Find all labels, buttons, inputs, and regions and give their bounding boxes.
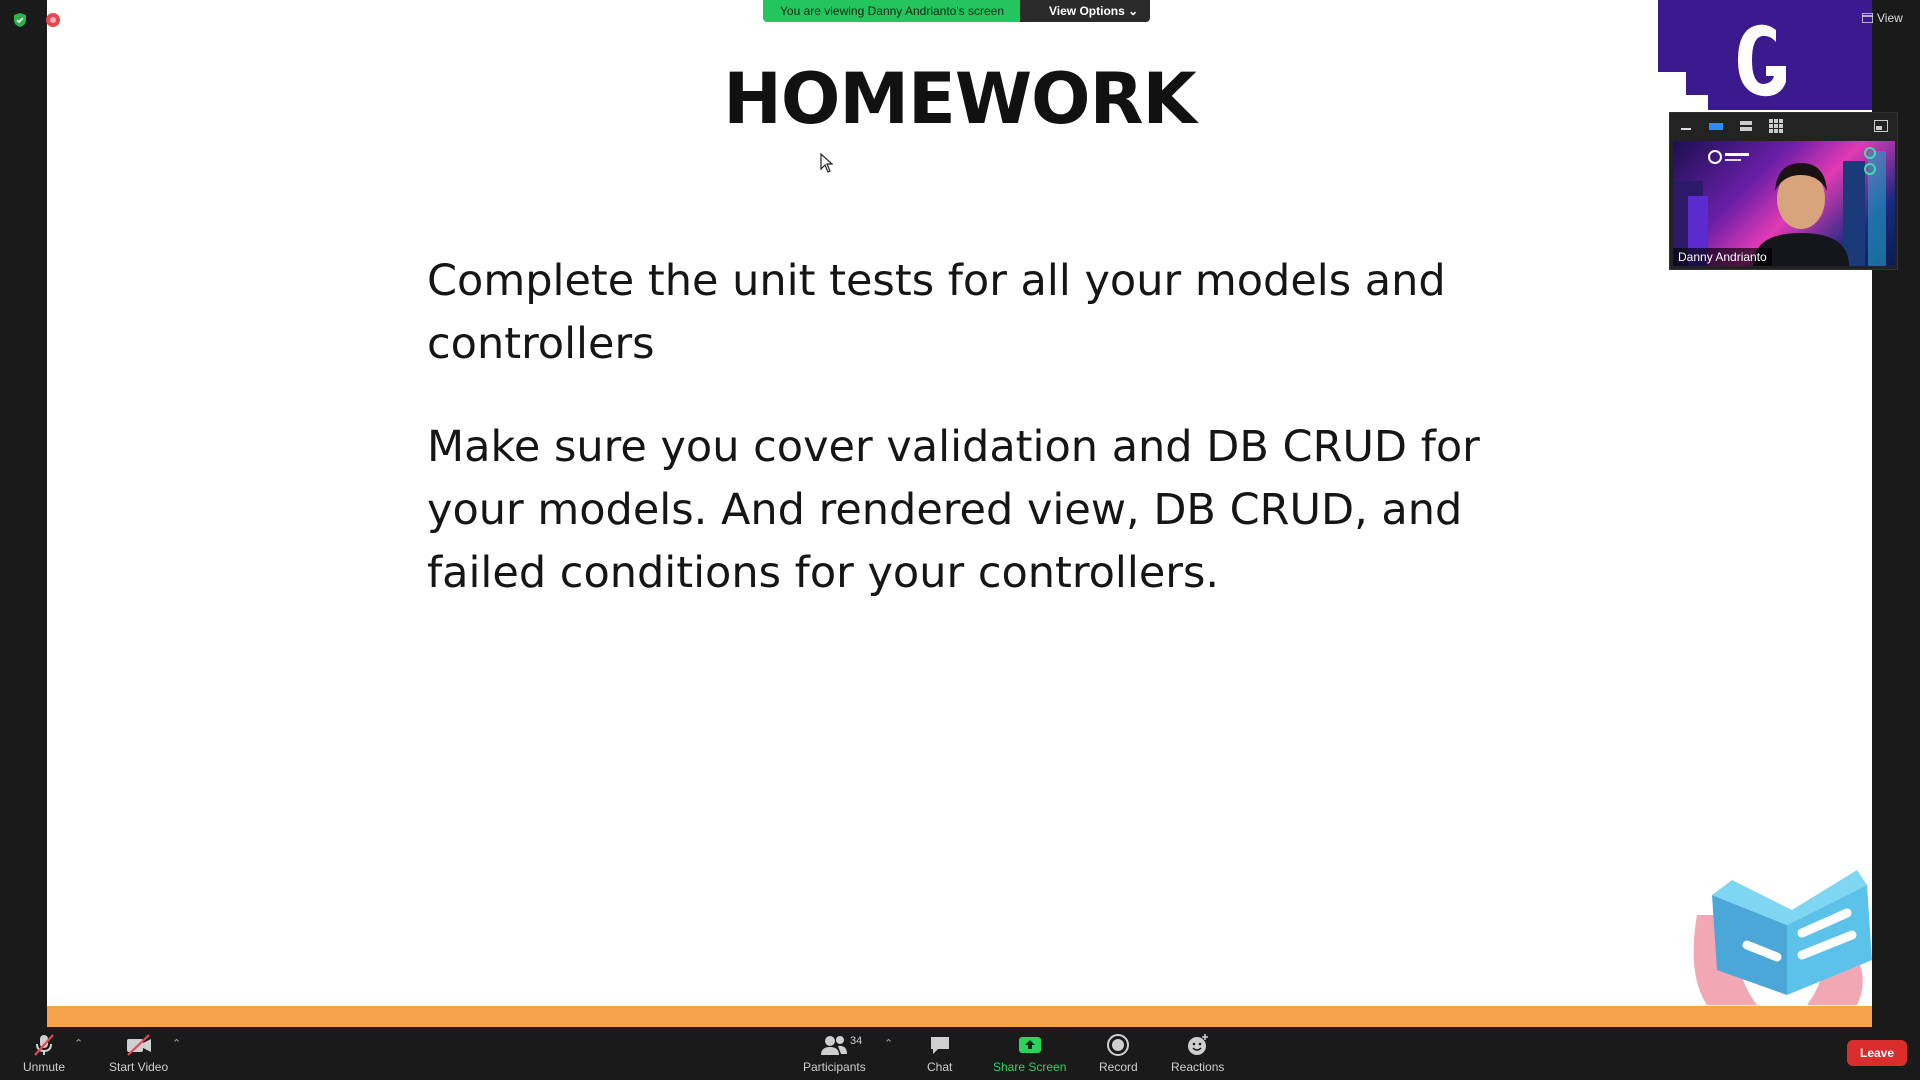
leave-meeting-button[interactable]: Leave	[1847, 1040, 1907, 1066]
audio-options-chevron-icon[interactable]: ⌃	[74, 1037, 83, 1050]
record-button[interactable]: Record	[1099, 1033, 1138, 1074]
start-video-button[interactable]: Start Video	[109, 1033, 168, 1074]
reactions-smiley-icon	[1187, 1034, 1208, 1055]
slide-accent-stripe	[47, 1006, 1872, 1027]
share-screen-button[interactable]: Share Screen	[993, 1033, 1066, 1074]
slide-title: HOMEWORK	[723, 58, 1196, 140]
g-logo-icon	[1738, 24, 1786, 97]
minimize-video-icon[interactable]	[1678, 119, 1694, 133]
recording-indicator-icon[interactable]	[45, 12, 61, 28]
reactions-label: Reactions	[1171, 1060, 1225, 1074]
share-screen-label: Share Screen	[993, 1060, 1067, 1074]
record-icon	[1107, 1034, 1130, 1056]
unmute-label: Unmute	[23, 1060, 66, 1074]
pop-out-video-icon[interactable]	[1873, 119, 1889, 133]
muted-microphone-icon	[34, 1034, 54, 1056]
unmute-button[interactable]: Unmute	[23, 1033, 65, 1074]
slide-paragraph-2: Make sure you cover validation and DB CR…	[427, 422, 1480, 598]
video-off-icon	[126, 1034, 151, 1056]
participants-label: Participants	[803, 1060, 866, 1074]
participant-name-label: Danny Andrianto	[1673, 248, 1772, 266]
shared-screen: HOMEWORK Complete the unit tests for all…	[47, 0, 1872, 1027]
book-illustration	[1693, 870, 1872, 1005]
record-label: Record	[1099, 1060, 1138, 1074]
video-panel-toolbar	[1670, 113, 1897, 139]
view-layout-button[interactable]: View	[1862, 11, 1903, 25]
participants-count-badge: 34	[850, 1035, 863, 1047]
start-video-label: Start Video	[109, 1060, 169, 1074]
chat-button[interactable]: Chat	[927, 1033, 952, 1074]
reactions-button[interactable]: Reactions	[1171, 1033, 1224, 1074]
meeting-toolbar: Unmute ⌃ Start Video ⌃ Participants 34 ⌃…	[0, 1027, 1920, 1080]
share-banner-message: You are viewing Danny Andrianto's screen	[763, 0, 1020, 22]
view-label: View	[1877, 11, 1903, 25]
participant-video-feed: Danny Andrianto	[1673, 141, 1895, 266]
slide-paragraph-1: Complete the unit tests for all your mod…	[427, 256, 1446, 369]
gallery-view-icon[interactable]	[1768, 119, 1784, 133]
participants-icon	[821, 1036, 848, 1055]
grid-view-icon	[1862, 13, 1873, 23]
share-screen-icon	[1018, 1037, 1041, 1053]
brand-logo-area	[1658, 0, 1872, 110]
screen-share-banner: You are viewing Danny Andrianto's screen…	[763, 0, 1151, 22]
speaker-view-icon[interactable]	[1708, 119, 1724, 133]
chat-label: Chat	[927, 1060, 953, 1074]
mouse-cursor-icon	[820, 153, 834, 173]
security-shield-icon[interactable]	[12, 12, 28, 28]
chevron-down-icon: ⌄	[1128, 4, 1139, 18]
chat-icon	[930, 1037, 949, 1054]
view-options-label: View Options	[1049, 4, 1125, 18]
video-panel: Danny Andrianto	[1669, 112, 1898, 270]
video-options-chevron-icon[interactable]: ⌃	[172, 1037, 181, 1050]
view-options-button[interactable]: View Options ⌄	[1020, 0, 1151, 22]
strip-view-icon[interactable]	[1738, 119, 1754, 133]
participants-options-chevron-icon[interactable]: ⌃	[884, 1037, 893, 1050]
